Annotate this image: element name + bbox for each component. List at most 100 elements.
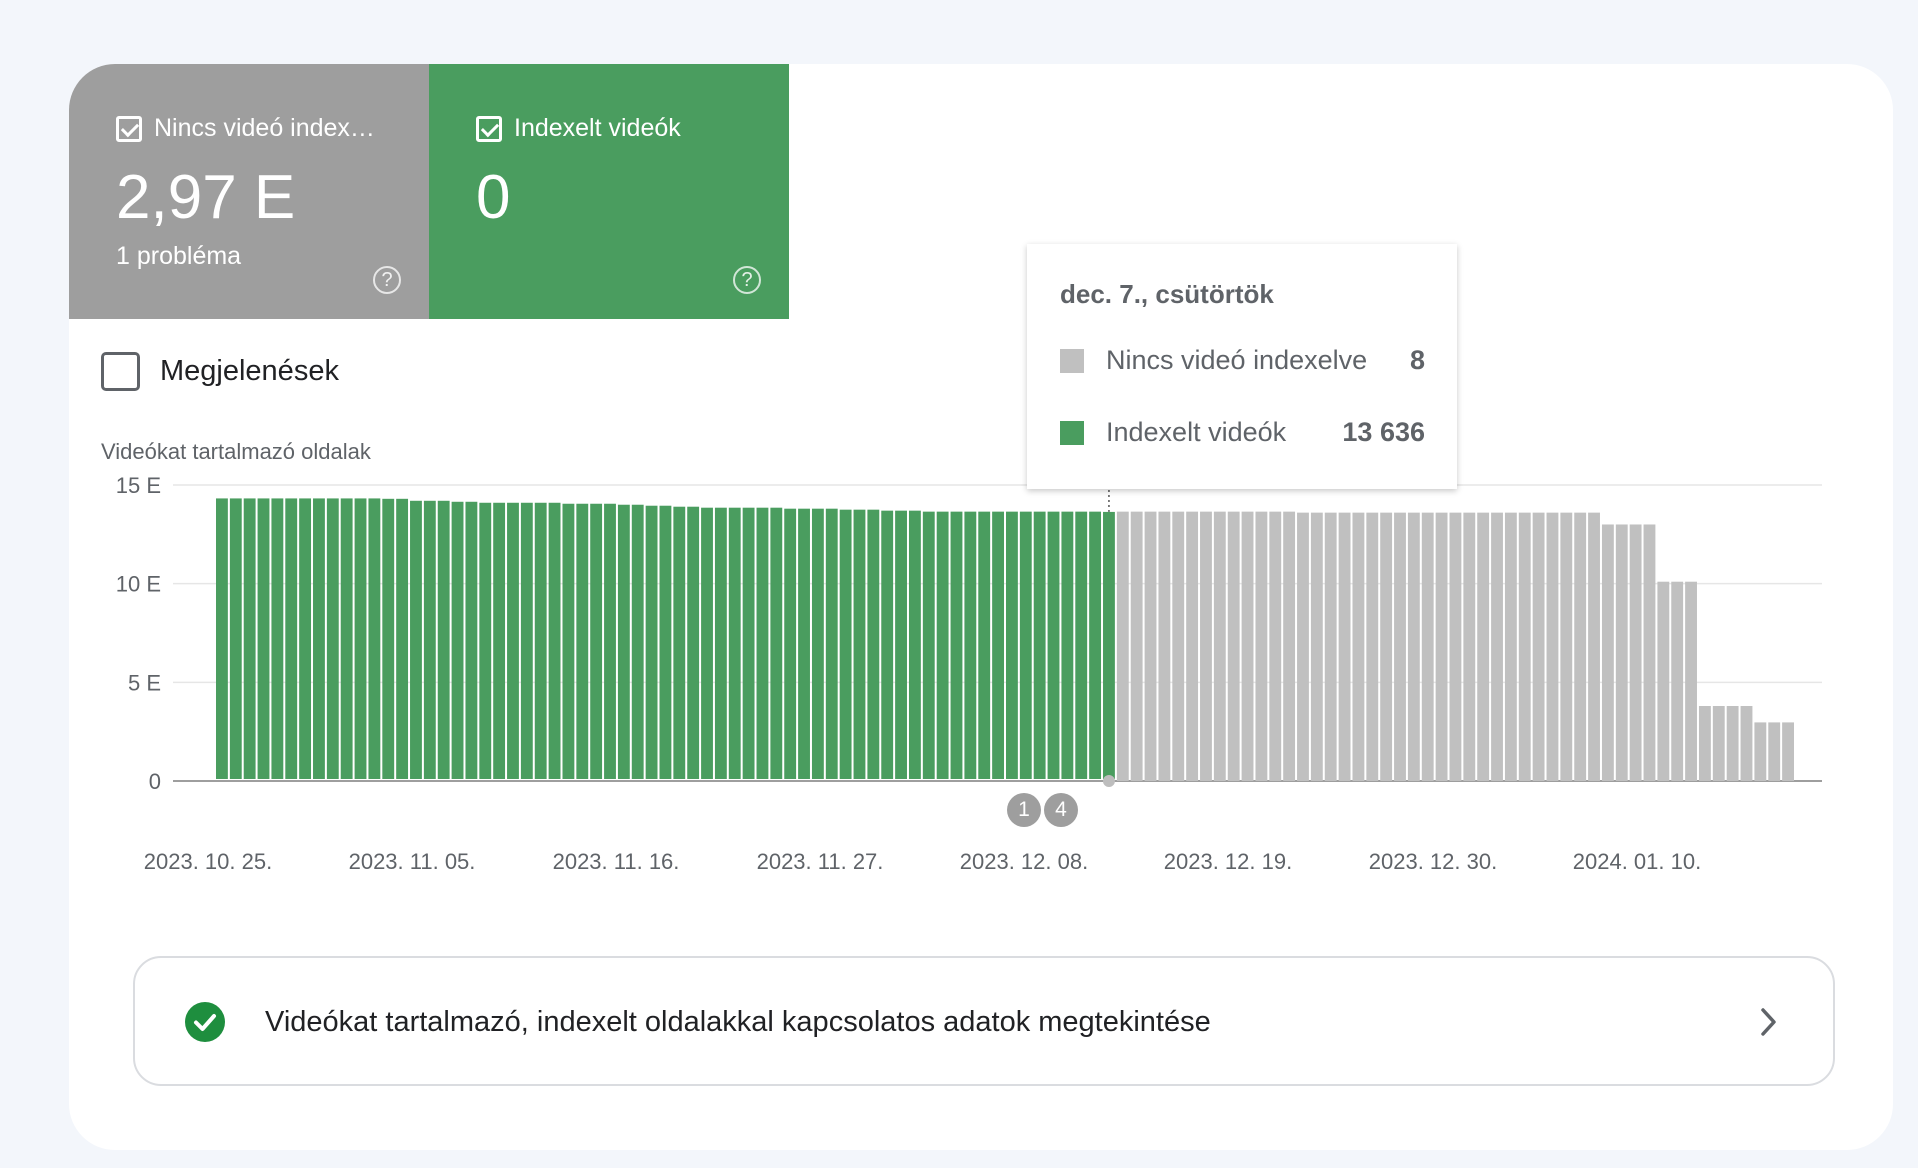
- annotation-badge-4[interactable]: 4: [1044, 793, 1078, 827]
- bar-not-indexed: [1601, 524, 1614, 781]
- bar-not-indexed: [1116, 511, 1129, 781]
- chart-tooltip: dec. 7., csütörtök Nincs videó indexelve…: [1027, 244, 1457, 489]
- bar-indexed: [895, 510, 907, 779]
- bar-indexed: [493, 502, 506, 779]
- bar-not-indexed: [1130, 511, 1143, 781]
- bar-not-indexed: [1615, 524, 1628, 781]
- tooltip-series-name: Indexelt videók: [1106, 417, 1287, 447]
- bar-indexed: [978, 511, 991, 779]
- y-tick-label: 10 E: [116, 572, 161, 597]
- bar-indexed: [534, 502, 547, 779]
- bar-indexed: [922, 511, 935, 779]
- bar-not-indexed: [1643, 524, 1656, 781]
- bar-not-indexed: [1394, 512, 1406, 781]
- bar-indexed: [368, 498, 381, 779]
- bar-indexed: [784, 508, 797, 779]
- bar-indexed: [631, 504, 644, 779]
- bar-indexed: [908, 510, 921, 779]
- bar-not-indexed: [1712, 706, 1725, 781]
- bar-indexed: [673, 506, 686, 779]
- bar-not-indexed: [1435, 512, 1448, 781]
- bar-indexed: [548, 502, 561, 779]
- annotation-badge-1[interactable]: 1: [1007, 793, 1041, 827]
- bar-not-indexed: [1324, 512, 1337, 781]
- bar-not-indexed: [1338, 512, 1351, 781]
- bar-indexed: [714, 507, 727, 779]
- bar-indexed: [936, 511, 949, 779]
- bar-not-indexed: [1671, 581, 1684, 781]
- bar-not-indexed: [1421, 512, 1434, 781]
- bar-indexed: [1006, 511, 1018, 779]
- bar-indexed: [659, 505, 672, 779]
- bar-not-indexed: [1186, 511, 1199, 781]
- bar-not-indexed: [1172, 511, 1185, 781]
- bar-not-indexed: [1352, 512, 1365, 781]
- bar-not-indexed: [1241, 511, 1254, 781]
- x-tick-label: 2023. 10. 25.: [144, 849, 272, 874]
- bar-not-indexed: [1310, 512, 1323, 781]
- bar-not-indexed: [1477, 512, 1490, 781]
- bar-not-indexed: [1269, 511, 1282, 781]
- bar-indexed: [285, 498, 298, 779]
- bar-not-indexed: [1491, 512, 1503, 781]
- bar-indexed: [299, 498, 312, 779]
- bar-indexed: [354, 498, 367, 779]
- bar-indexed: [507, 502, 519, 779]
- bar-not-indexed: [1768, 722, 1781, 781]
- x-tick-label: 2023. 11. 16.: [553, 849, 680, 874]
- bar-indexed: [1061, 511, 1074, 779]
- bar-not-indexed: [1532, 512, 1545, 781]
- legend-swatch-gray: [1060, 348, 1084, 373]
- bar-indexed: [687, 506, 700, 779]
- bar-not-indexed: [1518, 512, 1531, 781]
- bar-indexed: [867, 509, 880, 779]
- bar-not-indexed: [1158, 511, 1171, 781]
- bar-indexed: [645, 505, 658, 779]
- x-tick-label: 2023. 11. 05.: [349, 849, 476, 874]
- x-tick-label: 2024. 01. 10.: [1573, 849, 1701, 874]
- tooltip-date: dec. 7., csütörtök: [1060, 279, 1274, 309]
- bar-indexed: [1075, 511, 1088, 779]
- bar-not-indexed: [1504, 512, 1517, 781]
- view-indexed-pages-link[interactable]: Videókat tartalmazó, indexelt oldalakkal…: [133, 956, 1835, 1086]
- bar-indexed: [992, 511, 1004, 779]
- bar-indexed: [1047, 511, 1060, 779]
- x-tick-label: 2023. 12. 19.: [1164, 849, 1292, 874]
- bar-not-indexed: [1629, 524, 1642, 781]
- bar-not-indexed: [1657, 581, 1670, 781]
- bar-indexed: [881, 510, 894, 779]
- view-indexed-pages-text: Videókat tartalmazó, indexelt oldalakkal…: [265, 1006, 1211, 1038]
- bar-indexed: [617, 504, 630, 779]
- bar-not-indexed: [1144, 511, 1157, 781]
- bar-indexed: [770, 507, 783, 779]
- bar-indexed: [410, 500, 422, 779]
- bar-indexed: [520, 502, 533, 779]
- bar-indexed: [590, 503, 603, 779]
- bar-indexed: [326, 498, 339, 779]
- bar-indexed: [562, 503, 575, 779]
- bar-indexed: [465, 501, 478, 779]
- bar-not-indexed: [1366, 512, 1379, 781]
- check-circle-icon: [185, 1002, 225, 1042]
- legend-swatch-green: [1060, 420, 1084, 445]
- bar-indexed: [1033, 511, 1046, 779]
- bar-indexed: [964, 511, 977, 779]
- bar-indexed: [257, 498, 270, 779]
- y-tick-label: 5 E: [128, 670, 161, 695]
- bar-indexed: [825, 508, 838, 779]
- bar-indexed: [313, 498, 325, 779]
- bar-indexed: [479, 502, 492, 779]
- stacked-bar-chart: 0 5 E 10 E 15 E 2023. 10. 25. 2023. 11. 05. 20…: [116, 473, 1822, 874]
- bar-indexed: [396, 498, 409, 779]
- tooltip-series-value: 13 636: [1342, 417, 1425, 447]
- tooltip-row-indexed: Indexelt videók 13 636: [1060, 417, 1425, 448]
- bar-not-indexed: [1255, 511, 1268, 781]
- bar-indexed: [576, 503, 589, 779]
- bar-not-indexed: [1449, 512, 1462, 781]
- video-index-report-card: Nincs videó index… 2,97 E 1 probléma ? I…: [69, 64, 1893, 1150]
- bar-not-indexed: [1407, 512, 1420, 781]
- bar-indexed: [604, 503, 616, 779]
- chevron-right-icon: [1761, 1008, 1776, 1036]
- tooltip-series-name: Nincs videó indexelve: [1106, 345, 1368, 375]
- bar-not-indexed: [1698, 706, 1711, 781]
